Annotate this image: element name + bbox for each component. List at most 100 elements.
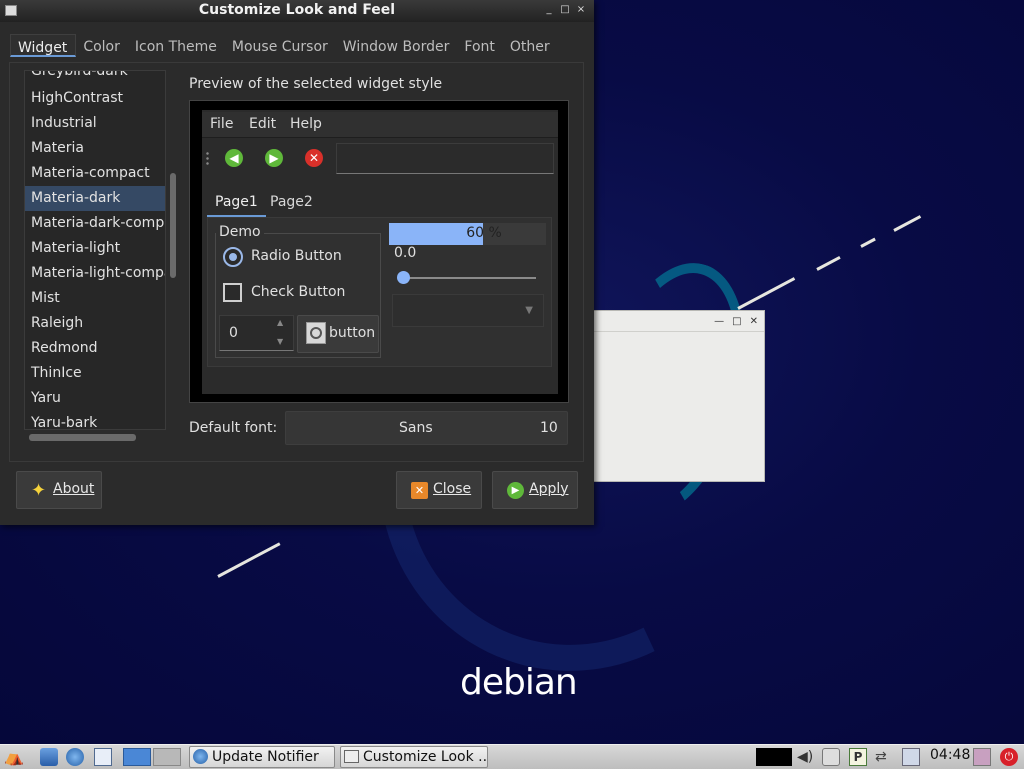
progress-bar: 60 % <box>389 223 546 245</box>
list-item[interactable]: Mist <box>25 286 165 311</box>
desktop-2-icon[interactable] <box>153 748 181 766</box>
list-item[interactable]: Materia-light-compa <box>25 261 165 286</box>
logout-icon[interactable]: ⏻ <box>1000 748 1018 766</box>
desktop-1-icon[interactable] <box>123 748 151 766</box>
tab-page2[interactable]: Page2 <box>262 190 321 217</box>
list-item[interactable]: Greybird-dark <box>25 71 165 84</box>
list-item[interactable]: Yaru-bark <box>25 411 165 429</box>
spin-down-icon[interactable]: ▼ <box>277 337 283 346</box>
list-item[interactable]: Raleigh <box>25 311 165 336</box>
power-preferences-icon[interactable]: P <box>849 748 867 766</box>
font-label: Default font: <box>189 420 278 436</box>
close-icon[interactable]: × <box>575 3 587 17</box>
back-arrow-icon[interactable]: ◀ <box>225 149 243 167</box>
browser-icon[interactable] <box>66 748 84 766</box>
list-item[interactable]: ThinIce <box>25 361 165 386</box>
preview-menubar: File Edit Help <box>202 112 558 138</box>
maximize-icon[interactable]: □ <box>732 316 741 327</box>
list-item[interactable]: Materia-compact <box>25 161 165 186</box>
taskbar: ⛺ Update Notifier Customize Look ... ◀) … <box>0 744 1024 769</box>
close-button[interactable]: ✕ Close <box>396 471 482 509</box>
radio-button[interactable] <box>223 247 243 267</box>
list-item[interactable]: Materia-light <box>25 236 165 261</box>
task-label: Customize Look ... <box>363 749 488 765</box>
minimize-icon[interactable]: _ <box>543 3 555 17</box>
drive-icon[interactable] <box>822 748 840 766</box>
task-label: Update Notifier <box>212 749 319 765</box>
toolbar-grip-icon[interactable] <box>206 151 209 165</box>
check-button[interactable] <box>223 283 242 302</box>
list-item[interactable]: Materia-dark-compa <box>25 211 165 236</box>
font-button[interactable]: Sans 10 <box>285 411 568 445</box>
window-switch-icon[interactable] <box>94 748 112 766</box>
menu-help[interactable]: Help <box>290 116 322 132</box>
close-icon[interactable]: ✕ <box>750 316 758 327</box>
desktop-line <box>737 277 796 310</box>
star-icon: ✦ <box>31 480 47 501</box>
volume-icon[interactable]: ◀) <box>797 748 815 766</box>
tab-page1[interactable]: Page1 <box>207 190 266 217</box>
font-name: Sans <box>399 420 433 436</box>
slider-knob[interactable] <box>397 271 410 284</box>
spin-value[interactable]: 0 <box>229 325 238 341</box>
theme-list[interactable]: Greybird-dark HighContrast Industrial Ma… <box>24 70 166 430</box>
progress-text: 60 % <box>466 225 502 241</box>
globe-icon <box>193 749 208 764</box>
stop-icon[interactable]: ✕ <box>305 149 323 167</box>
minimize-icon[interactable]: — <box>714 316 724 327</box>
desktop-line <box>860 237 876 248</box>
horizontal-scrollbar[interactable] <box>29 434 136 441</box>
lock-screen-icon[interactable] <box>973 748 991 766</box>
file-manager-icon[interactable] <box>40 748 58 766</box>
list-item[interactable]: Redmond <box>25 336 165 361</box>
menu-edit[interactable]: Edit <box>249 116 276 132</box>
apply-button[interactable]: ▶ Apply <box>492 471 578 509</box>
tab-bar: Widget Color Icon Theme Mouse Cursor Win… <box>10 34 558 62</box>
tab-font[interactable]: Font <box>457 34 502 62</box>
list-item[interactable]: Yaru <box>25 386 165 411</box>
radio-label[interactable]: Radio Button <box>251 248 342 264</box>
task-customize-look[interactable]: Customize Look ... <box>340 746 488 768</box>
toolbar-entry[interactable] <box>336 143 554 174</box>
start-menu-icon[interactable]: ⛺ <box>4 748 24 766</box>
slider-value: 0.0 <box>394 245 417 261</box>
about-button[interactable]: ✦ About <box>16 471 102 509</box>
tab-mouse-cursor[interactable]: Mouse Cursor <box>225 34 336 62</box>
list-item[interactable]: HighContrast <box>25 86 165 111</box>
blank-window[interactable]: — □ ✕ <box>592 310 765 482</box>
list-item[interactable]: Materia <box>25 136 165 161</box>
tab-other[interactable]: Other <box>503 34 558 62</box>
demo-legend: Demo <box>216 224 264 240</box>
forward-arrow-icon[interactable]: ▶ <box>265 149 283 167</box>
tab-window-border[interactable]: Window Border <box>336 34 458 62</box>
apply-arrow-icon: ▶ <box>507 482 524 499</box>
list-item-selected[interactable]: Materia-dark <box>25 186 165 211</box>
spin-up-icon[interactable]: ▲ <box>277 318 283 327</box>
customize-dialog: Customize Look and Feel _ □ × Widget Col… <box>0 0 594 525</box>
menu-file[interactable]: File <box>210 116 233 132</box>
demo-button-label[interactable]: button <box>329 325 375 341</box>
debian-logo: debian <box>460 662 578 703</box>
tab-widget[interactable]: Widget <box>10 34 77 57</box>
maximize-icon[interactable]: □ <box>559 3 571 17</box>
titlebar[interactable]: Customize Look and Feel _ □ × <box>0 0 594 22</box>
task-update-notifier[interactable]: Update Notifier <box>189 746 335 768</box>
check-label[interactable]: Check Button <box>251 284 345 300</box>
network-icon[interactable]: ⇄ <box>875 748 893 766</box>
preview-toolbar: ◀ ▶ ✕ <box>202 141 554 174</box>
find-icon <box>306 322 326 344</box>
close-icon: ✕ <box>411 482 428 499</box>
tab-color[interactable]: Color <box>76 34 128 62</box>
preview-heading: Preview of the selected widget style <box>189 76 443 92</box>
vertical-scrollbar[interactable] <box>170 173 176 278</box>
combo-box[interactable]: ▼ <box>392 294 544 327</box>
screen-icon[interactable] <box>902 748 920 766</box>
close-label: Close <box>433 481 472 497</box>
window-icon <box>344 750 359 763</box>
tab-icon-theme[interactable]: Icon Theme <box>128 34 225 62</box>
slider-track[interactable] <box>399 277 536 279</box>
list-item[interactable]: Industrial <box>25 111 165 136</box>
chevron-down-icon[interactable]: ▼ <box>525 305 533 316</box>
blank-window-titlebar[interactable]: — □ ✕ <box>593 311 764 332</box>
clock[interactable]: 04:48 <box>930 747 970 763</box>
